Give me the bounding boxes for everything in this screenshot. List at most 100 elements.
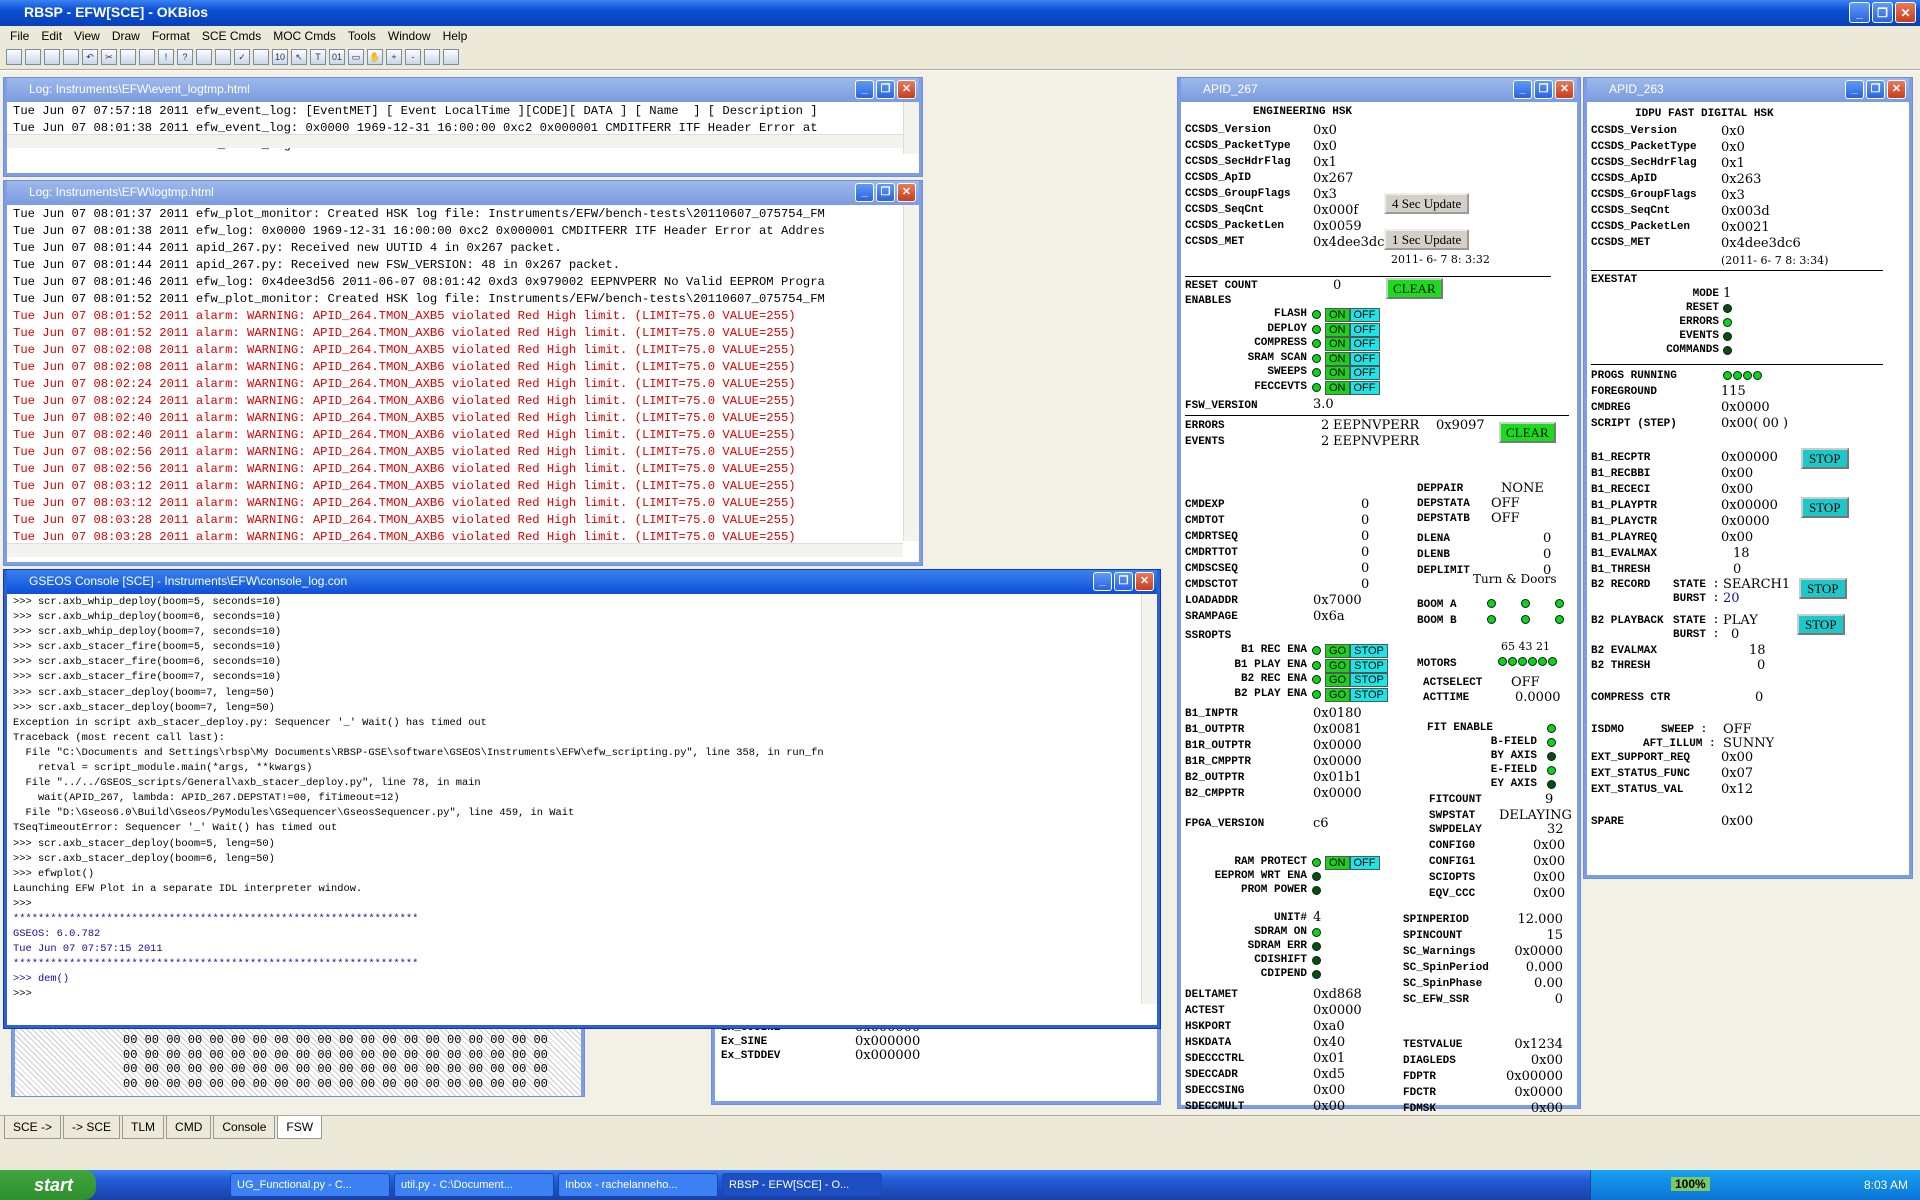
off-option[interactable]: OFF <box>1349 856 1380 870</box>
taskbar-item[interactable]: UG_Functional.py - C... <box>230 1173 390 1197</box>
menu-edit[interactable]: Edit <box>35 26 68 46</box>
hex-icon[interactable]: 10 <box>272 49 288 65</box>
stop-option[interactable]: STOP <box>1350 658 1388 673</box>
apid263-titlebar[interactable]: APID_263 _ ❐ ✕ <box>1587 78 1909 102</box>
enable-toggle[interactable]: ON OFF <box>1325 351 1380 366</box>
enable-toggle[interactable]: ON OFF <box>1325 308 1380 322</box>
stop-b2-record-button[interactable]: STOP <box>1799 578 1847 599</box>
pointer-icon[interactable]: ↖ <box>291 49 307 65</box>
restore-button[interactable]: ❐ <box>1534 80 1553 99</box>
paste-icon[interactable] <box>139 49 155 65</box>
event-log-titlebar[interactable]: Log: Instruments\EFW\event_logtmp.html _… <box>7 78 919 102</box>
on-option[interactable]: ON <box>1325 337 1350 352</box>
enable-toggle[interactable]: ON OFF <box>1325 322 1380 337</box>
event-log-vscroll[interactable] <box>903 102 919 154</box>
close-button[interactable]: ✕ <box>1895 2 1916 23</box>
close-button[interactable]: ✕ <box>897 80 916 99</box>
restore-button[interactable]: ❐ <box>1866 80 1885 99</box>
go-option[interactable]: GO <box>1325 644 1351 658</box>
go-option[interactable]: GO <box>1325 673 1351 688</box>
enable-toggle[interactable]: ON OFF <box>1325 366 1380 381</box>
4-sec-update-button[interactable]: 4 Sec Update <box>1384 193 1470 214</box>
menu-draw[interactable]: Draw <box>106 26 146 46</box>
log-vscroll[interactable] <box>903 205 919 541</box>
console-window[interactable]: GSEOS Console [SCE] - Instruments\EFW\co… <box>4 570 1160 1028</box>
undo-icon[interactable]: ↶ <box>82 49 98 65</box>
stop-option[interactable]: STOP <box>1350 673 1388 688</box>
ssr-toggle[interactable]: GO STOP <box>1325 658 1388 673</box>
print-icon[interactable] <box>63 49 79 65</box>
minimize-button[interactable]: _ <box>855 80 874 99</box>
log-titlebar[interactable]: Log: Instruments\EFW\logtmp.html _ ❐ ✕ <box>7 181 919 205</box>
on-option[interactable]: ON <box>1325 351 1350 366</box>
ssr-toggle[interactable]: GO STOP <box>1325 687 1388 702</box>
console-output[interactable]: >>> scr.axb_whip_deploy(boom=5, seconds=… <box>7 594 1141 1012</box>
rectangle-icon[interactable]: ▭ <box>348 49 364 65</box>
apid267-titlebar[interactable]: APID_267 _ ❐ ✕ <box>1181 78 1577 102</box>
event-log-hscroll[interactable] <box>7 134 903 148</box>
close-button[interactable]: ✕ <box>1135 572 1154 591</box>
stop-option[interactable]: STOP <box>1350 644 1388 658</box>
ssr-toggle[interactable]: GO STOP <box>1325 673 1388 688</box>
close-button[interactable]: ✕ <box>897 183 916 202</box>
log-window[interactable]: Log: Instruments\EFW\logtmp.html _ ❐ ✕ Tue… <box>4 181 922 565</box>
binary-icon[interactable]: 01 <box>329 49 345 65</box>
menu-moc-cmds[interactable]: MOC Cmds <box>267 26 342 46</box>
clear-reset-button[interactable]: CLEAR <box>1386 278 1443 299</box>
close-button[interactable]: ✕ <box>1555 80 1574 99</box>
on-option[interactable]: ON <box>1325 366 1350 381</box>
cut-icon[interactable]: ✂ <box>101 49 117 65</box>
check-icon[interactable]: ✓ <box>234 49 250 65</box>
menu-tools[interactable]: Tools <box>342 26 382 46</box>
grid-icon[interactable] <box>253 49 269 65</box>
apid263-window[interactable]: APID_263 _ ❐ ✕ IDPU FAST DIGITAL HSK CCSDS_… <box>1584 78 1912 878</box>
minimize-button[interactable]: _ <box>1849 2 1870 23</box>
menu-sce-cmds[interactable]: SCE Cmds <box>196 26 267 46</box>
save-icon[interactable] <box>44 49 60 65</box>
console-titlebar[interactable]: GSEOS Console [SCE] - Instruments\EFW\co… <box>7 570 1157 594</box>
tab--sce[interactable]: -> SCE <box>63 1116 121 1139</box>
console-vscroll[interactable] <box>1141 594 1157 1004</box>
minimize-button[interactable]: _ <box>855 183 874 202</box>
alert-icon[interactable]: ! <box>158 49 174 65</box>
restore-button[interactable]: ❐ <box>876 183 895 202</box>
menu-help[interactable]: Help <box>437 26 474 46</box>
hand-icon[interactable]: ✋ <box>367 49 383 65</box>
on-option[interactable]: ON <box>1325 308 1350 322</box>
1-sec-update-button[interactable]: 1 Sec Update <box>1384 229 1470 250</box>
restore-button[interactable]: ❐ <box>876 80 895 99</box>
off-option[interactable]: OFF <box>1349 337 1380 352</box>
go-option[interactable]: GO <box>1325 687 1351 702</box>
stop-b2-playback-button[interactable]: STOP <box>1797 614 1845 635</box>
zoom-out-icon[interactable]: - <box>405 49 421 65</box>
menu-view[interactable]: View <box>68 26 106 46</box>
open-icon[interactable] <box>25 49 41 65</box>
apid267-window[interactable]: APID_267 _ ❐ ✕ ENGINEERING HSK CCSDS_Versio… <box>1178 78 1580 1116</box>
zoom-in-icon[interactable]: + <box>386 49 402 65</box>
on-option[interactable]: ON <box>1325 322 1350 337</box>
clear-errors-button[interactable]: CLEAR <box>1499 422 1556 443</box>
off-option[interactable]: OFF <box>1349 322 1380 337</box>
tab-tlm[interactable]: TLM <box>122 1116 165 1139</box>
cascade-icon[interactable] <box>443 49 459 65</box>
menu-format[interactable]: Format <box>146 26 196 46</box>
off-option[interactable]: OFF <box>1349 366 1380 381</box>
help-icon[interactable]: ? <box>177 49 193 65</box>
go-option[interactable]: GO <box>1325 658 1351 673</box>
ssr-toggle[interactable]: GO STOP <box>1325 644 1388 658</box>
chart-icon[interactable] <box>215 49 231 65</box>
on-option[interactable]: ON <box>1325 381 1350 395</box>
keyboard-icon[interactable] <box>196 49 212 65</box>
close-button[interactable]: ✕ <box>1887 80 1906 99</box>
text-icon[interactable]: T <box>310 49 326 65</box>
menu-window[interactable]: Window <box>382 26 437 46</box>
taskbar-item[interactable]: util.py - C:\Document... <box>394 1173 554 1197</box>
tile-icon[interactable] <box>424 49 440 65</box>
stop-b1-rec-button[interactable]: STOP <box>1801 448 1849 469</box>
enable-toggle[interactable]: ON OFF <box>1325 381 1380 395</box>
stop-b1-play-button[interactable]: STOP <box>1801 497 1849 518</box>
off-option[interactable]: OFF <box>1349 308 1380 322</box>
restore-button[interactable]: ❐ <box>1872 2 1893 23</box>
off-option[interactable]: OFF <box>1349 351 1380 366</box>
taskbar-item[interactable]: RBSP - EFW[SCE] - O... <box>722 1173 882 1197</box>
